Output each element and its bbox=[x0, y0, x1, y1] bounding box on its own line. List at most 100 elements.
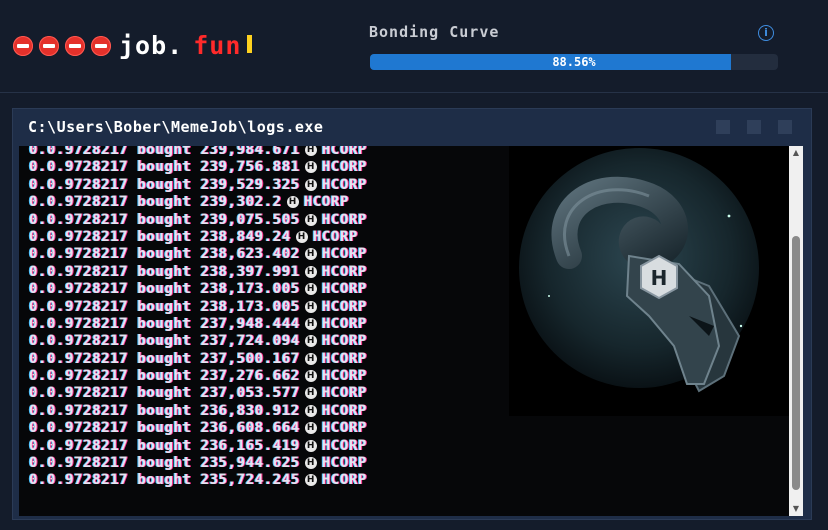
scroll-up-arrow-icon[interactable]: ▲ bbox=[789, 146, 803, 160]
bonding-curve-progress: 88.56% bbox=[370, 54, 778, 70]
log-account: 0.0.9728217 bbox=[29, 246, 129, 263]
token-icon: H bbox=[304, 283, 317, 296]
log-token: HCORP bbox=[321, 350, 368, 367]
logo-text: job. bbox=[119, 31, 184, 60]
log-amount: 239,529.325 bbox=[200, 176, 300, 193]
log-action: bought bbox=[137, 159, 192, 176]
log-amount: 237,276.662 bbox=[200, 368, 300, 385]
log-account: 0.0.9728217 bbox=[29, 194, 129, 211]
header: job. fun Bonding Curve i 88.56% bbox=[0, 0, 828, 93]
token-icon: H bbox=[304, 352, 317, 365]
window-titlebar[interactable]: C:\Users\Bober\MemeJob\logs.exe bbox=[13, 109, 811, 146]
log-amount: 237,053.577 bbox=[200, 385, 300, 402]
scroll-thumb[interactable] bbox=[792, 236, 800, 490]
scrollbar[interactable]: ▲ ▼ bbox=[789, 146, 803, 516]
maximize-button[interactable] bbox=[747, 120, 761, 134]
log-token: HCORP bbox=[321, 315, 368, 332]
log-token: HCORP bbox=[321, 281, 368, 298]
log-amount: 239,756.881 bbox=[200, 159, 300, 176]
log-action: bought bbox=[137, 455, 192, 472]
token-icon: H bbox=[304, 370, 317, 383]
log-token: HCORP bbox=[321, 437, 368, 454]
log-line: 0.0.9728217 bought 239,756.881 H HCORP bbox=[29, 159, 549, 176]
log-amount: 237,948.444 bbox=[200, 315, 300, 332]
log-list: 0.0.9728217 bought 239,984.671 H HCORP 0.0.… bbox=[29, 146, 549, 490]
token-icon: H bbox=[304, 178, 317, 191]
log-account: 0.0.9728217 bbox=[29, 315, 129, 332]
log-amount: 239,075.505 bbox=[200, 211, 300, 228]
cursor-icon bbox=[247, 34, 253, 53]
log-token: HCORP bbox=[321, 455, 368, 472]
log-account: 0.0.9728217 bbox=[29, 455, 129, 472]
ram-logo-icon: H bbox=[519, 148, 759, 393]
log-action: bought bbox=[137, 385, 192, 402]
scroll-down-arrow-icon[interactable]: ▼ bbox=[789, 502, 803, 516]
logo[interactable]: job. fun bbox=[13, 31, 253, 60]
minimize-button[interactable] bbox=[716, 120, 730, 134]
token-icon: H bbox=[304, 248, 317, 261]
log-token: HCORP bbox=[321, 211, 368, 228]
log-token: HCORP bbox=[321, 246, 368, 263]
log-token: HCORP bbox=[321, 176, 368, 193]
log-line: 0.0.9728217 bought 237,724.094 H HCORP bbox=[29, 333, 549, 350]
token-icon: H bbox=[304, 161, 317, 174]
token-icon: H bbox=[304, 404, 317, 417]
log-account: 0.0.9728217 bbox=[29, 437, 129, 454]
log-account: 0.0.9728217 bbox=[29, 385, 129, 402]
log-token: HCORP bbox=[321, 333, 368, 350]
log-token: HCORP bbox=[321, 368, 368, 385]
log-line: 0.0.9728217 bought 239,075.505 H HCORP bbox=[29, 212, 549, 229]
log-action: bought bbox=[137, 194, 192, 211]
log-action: bought bbox=[137, 402, 192, 419]
log-amount: 239,984.671 bbox=[200, 146, 300, 158]
log-token: HCORP bbox=[321, 385, 368, 402]
log-line: 0.0.9728217 bought 236,830.912 H HCORP bbox=[29, 403, 549, 420]
terminal-content[interactable]: H 0.0.9728217 bought 239,984.671 H HCORP 0.… bbox=[19, 146, 803, 516]
log-line: 0.0.9728217 bought 238,173.005 H HCORP bbox=[29, 281, 549, 298]
log-amount: 238,173.005 bbox=[200, 298, 300, 315]
log-amount: 238,623.402 bbox=[200, 246, 300, 263]
log-token: HCORP bbox=[321, 263, 368, 280]
log-action: bought bbox=[137, 315, 192, 332]
token-icon: H bbox=[304, 439, 317, 452]
log-amount: 236,608.664 bbox=[200, 420, 300, 437]
log-amount: 238,397.991 bbox=[200, 263, 300, 280]
log-action: bought bbox=[137, 146, 192, 158]
info-icon[interactable]: i bbox=[758, 25, 774, 41]
log-line: 0.0.9728217 bought 238,849.24 H HCORP bbox=[29, 229, 549, 246]
svg-text:H: H bbox=[651, 266, 668, 290]
log-token: HCORP bbox=[321, 146, 368, 158]
log-line: 0.0.9728217 bought 238,173.005 H HCORP bbox=[29, 299, 549, 316]
log-line: 0.0.9728217 bought 236,165.419 H HCORP bbox=[29, 438, 549, 455]
log-action: bought bbox=[137, 437, 192, 454]
token-icon: H bbox=[304, 146, 317, 156]
token-icon: H bbox=[295, 230, 308, 243]
log-line: 0.0.9728217 bought 237,948.444 H HCORP bbox=[29, 316, 549, 333]
log-account: 0.0.9728217 bbox=[29, 146, 129, 158]
minus-circle-icon bbox=[65, 35, 85, 56]
window-title: C:\Users\Bober\MemeJob\logs.exe bbox=[28, 118, 324, 136]
token-icon: H bbox=[304, 300, 317, 313]
close-button[interactable] bbox=[778, 120, 792, 134]
log-line: 0.0.9728217 bought 238,623.402 H HCORP bbox=[29, 246, 549, 263]
log-account: 0.0.9728217 bbox=[29, 350, 129, 367]
token-icon: H bbox=[304, 422, 317, 435]
log-line: 0.0.9728217 bought 239,302.2 H HCORP bbox=[29, 194, 549, 211]
log-account: 0.0.9728217 bbox=[29, 263, 129, 280]
log-amount: 236,830.912 bbox=[200, 402, 300, 419]
log-line: 0.0.9728217 bought 235,724.245 H HCORP bbox=[29, 472, 549, 489]
token-icon: H bbox=[304, 335, 317, 348]
bonding-curve-title: Bonding Curve bbox=[369, 23, 500, 41]
progress-label: 88.56% bbox=[552, 55, 596, 69]
log-action: bought bbox=[137, 246, 192, 263]
log-token: HCORP bbox=[321, 420, 368, 437]
ram-logo-image: H bbox=[509, 146, 791, 416]
log-account: 0.0.9728217 bbox=[29, 368, 129, 385]
log-amount: 237,724.094 bbox=[200, 333, 300, 350]
log-action: bought bbox=[137, 472, 192, 489]
token-icon: H bbox=[304, 213, 317, 226]
log-account: 0.0.9728217 bbox=[29, 281, 129, 298]
minus-circle-icon bbox=[91, 35, 111, 56]
log-amount: 238,173.005 bbox=[200, 281, 300, 298]
log-account: 0.0.9728217 bbox=[29, 159, 129, 176]
